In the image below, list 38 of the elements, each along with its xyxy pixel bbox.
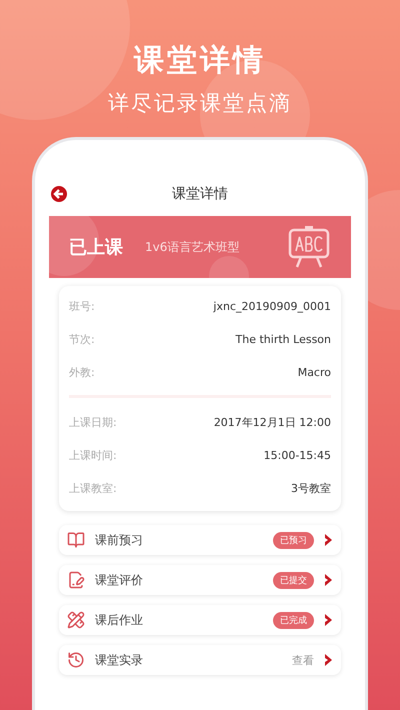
item-label: 课前预习 xyxy=(95,532,144,548)
info-label: 外教: xyxy=(69,365,95,380)
status-badge: 已提交 xyxy=(273,572,314,588)
pencil-ruler-icon xyxy=(67,611,85,629)
class-type: 1v6语言艺术班型 xyxy=(145,238,240,256)
menu-item[interactable]: 课堂评价 已提交 xyxy=(59,565,341,595)
menu-item[interactable]: 课堂实录 查看 xyxy=(59,645,341,675)
info-value: Macro xyxy=(298,366,331,379)
book-icon xyxy=(67,531,85,549)
lesson-status: 已上课 xyxy=(69,236,123,259)
note-pencil-icon xyxy=(67,571,85,589)
status-badge: 已预习 xyxy=(273,532,314,548)
headline: 课堂详情 xyxy=(134,42,266,80)
subheadline: 详尽记录课堂点滴 xyxy=(108,90,292,117)
info-label: 班号: xyxy=(69,299,95,314)
history-icon xyxy=(67,651,85,669)
info-label: 节次: xyxy=(69,332,95,347)
info-label: 上课日期: xyxy=(69,415,117,430)
info-value: The thirth Lesson xyxy=(236,333,331,346)
info-value: 15:00-15:45 xyxy=(264,449,331,462)
info-value: 3号教室 xyxy=(291,481,331,496)
status-badge: 已完成 xyxy=(273,612,314,628)
abc-board-icon xyxy=(287,225,331,269)
info-label: 上课时间: xyxy=(69,448,117,463)
info-label: 上课教室: xyxy=(69,481,117,496)
chevron-icon xyxy=(324,574,333,586)
chevron-icon xyxy=(324,534,333,546)
chevron-icon xyxy=(324,614,333,626)
item-label: 课堂实录 xyxy=(95,652,144,668)
back-icon[interactable] xyxy=(51,186,67,202)
item-label: 课堂评价 xyxy=(95,572,144,588)
info-value: 2017年12月1日 12:00 xyxy=(214,415,331,430)
item-label: 课后作业 xyxy=(95,612,144,628)
chevron-icon xyxy=(324,654,333,666)
menu-item[interactable]: 课前预习 已预习 xyxy=(59,525,341,555)
screen-title: 课堂详情 xyxy=(172,185,228,203)
info-value: jxnc_20190909_0001 xyxy=(213,300,331,313)
menu-item[interactable]: 课后作业 已完成 xyxy=(59,605,341,635)
